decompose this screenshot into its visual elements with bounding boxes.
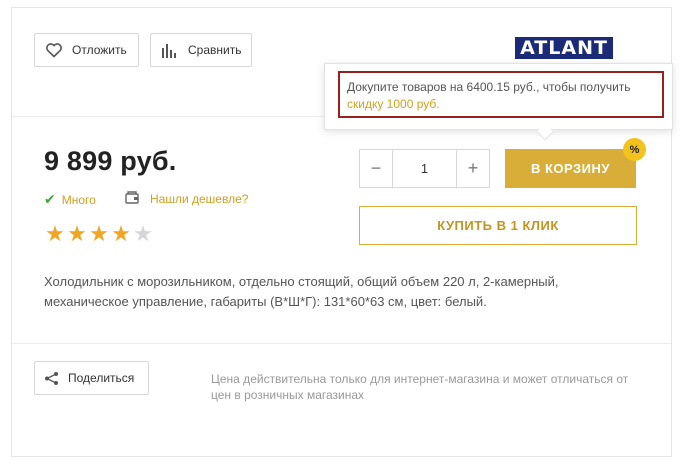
price-note: Цена действительна только для интернет-м…: [211, 372, 629, 402]
star-icon[interactable]: ★: [44, 224, 66, 246]
quantity-decrease-button[interactable]: −: [360, 150, 392, 187]
share-icon: [44, 371, 59, 386]
quantity-increase-button[interactable]: +: [457, 150, 489, 187]
product-description: Холодильник с морозильником, отдельно ст…: [44, 274, 559, 309]
brand-logo: ATLANT: [515, 37, 613, 59]
tooltip-message: Докупите товаров на 6400.15 руб., чтобы …: [338, 71, 664, 118]
share-label: Поделиться: [68, 371, 135, 385]
bottom-divider: [12, 343, 671, 344]
share-button[interactable]: Поделиться: [34, 361, 149, 395]
star-icon[interactable]: ★: [110, 224, 132, 246]
star-icon[interactable]: ★: [88, 224, 110, 246]
discount-badge[interactable]: %: [623, 138, 646, 161]
found-cheaper-label: Нашли дешевле?: [150, 192, 249, 206]
defer-button[interactable]: Отложить: [34, 33, 139, 67]
compare-button[interactable]: Сравнить: [150, 33, 252, 67]
defer-label: Отложить: [72, 43, 127, 57]
quantity-input[interactable]: 1: [392, 150, 457, 187]
tooltip-text: Докупите товаров на 6400.15 руб., чтобы …: [347, 80, 631, 94]
star-icon[interactable]: ★: [66, 224, 88, 246]
buy-one-click-button[interactable]: КУПИТЬ В 1 КЛИК: [359, 206, 637, 245]
bar-chart-icon: [161, 43, 177, 58]
wallet-icon: [125, 191, 139, 207]
quantity-stepper: − 1 +: [359, 149, 490, 188]
found-cheaper-link[interactable]: Нашли дешевле?: [125, 191, 248, 207]
discount-tooltip: Докупите товаров на 6400.15 руб., чтобы …: [324, 63, 673, 141]
stock-status: ✔ Много: [44, 191, 96, 208]
compare-label: Сравнить: [188, 43, 242, 57]
product-price: 9 899 руб.: [44, 146, 177, 176]
heart-icon: [45, 42, 63, 58]
tooltip-discount-link[interactable]: скидку 1000 руб.: [347, 97, 440, 111]
check-icon: ✔: [44, 191, 56, 207]
stock-label: Много: [61, 192, 96, 207]
add-to-cart-button[interactable]: В КОРЗИНУ: [505, 149, 636, 188]
star-icon[interactable]: ★: [132, 224, 154, 246]
rating-stars: ★ ★ ★ ★ ★: [44, 224, 154, 246]
